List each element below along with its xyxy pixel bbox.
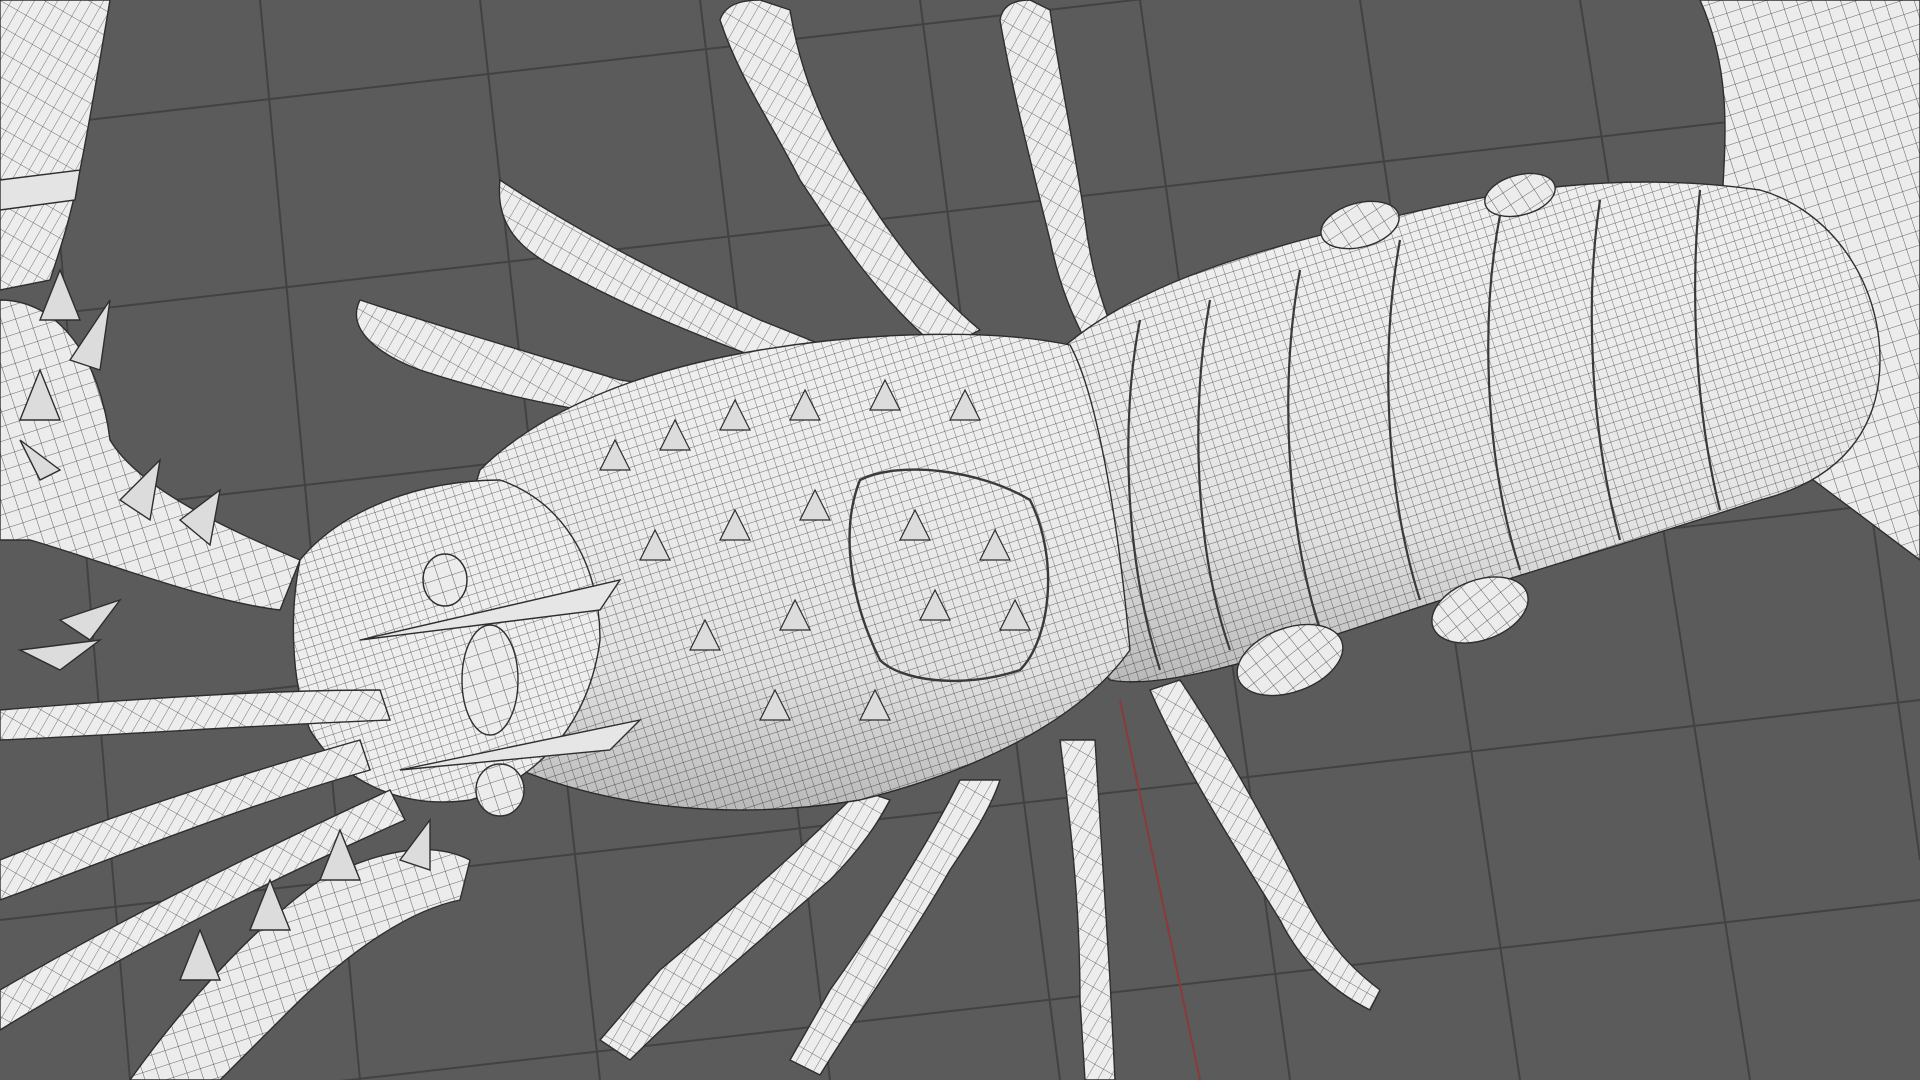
3d-viewport[interactable] bbox=[0, 0, 1920, 1080]
viewport-canvas[interactable] bbox=[0, 0, 1920, 1080]
